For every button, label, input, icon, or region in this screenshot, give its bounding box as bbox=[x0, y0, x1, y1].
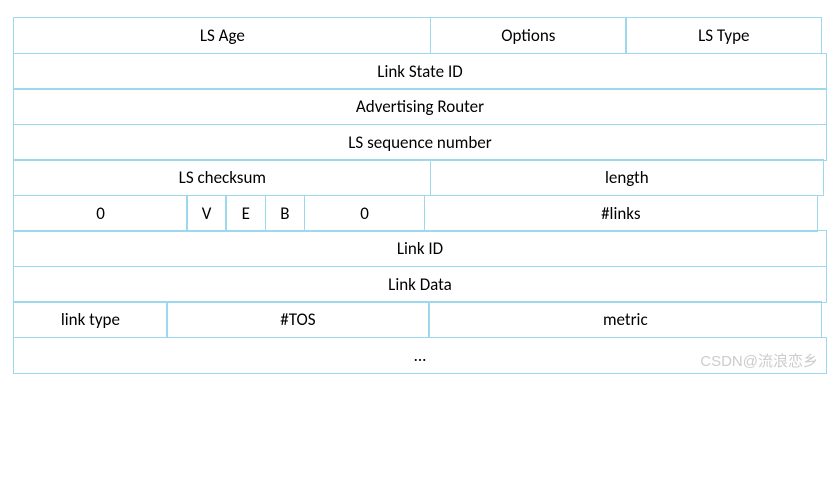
field-link-id: Link ID bbox=[13, 230, 827, 267]
row-link-state-id: Link State ID bbox=[14, 54, 826, 90]
field-zero1: 0 bbox=[13, 195, 188, 232]
row-ellipsis: ... bbox=[14, 338, 826, 374]
field-ls-checksum: LS checksum bbox=[13, 159, 431, 196]
field-link-data: Link Data bbox=[13, 266, 827, 303]
field-ls-sequence: LS sequence number bbox=[13, 124, 827, 161]
field-v-bit: V bbox=[186, 195, 227, 232]
row-flags: 0 V E B 0 #links bbox=[14, 196, 826, 232]
field-link-type: link type bbox=[13, 301, 167, 338]
field-length: length bbox=[430, 159, 824, 196]
row-ls-sequence: LS sequence number bbox=[14, 125, 826, 161]
field-e-bit: E bbox=[225, 195, 266, 232]
field-zero2: 0 bbox=[304, 195, 426, 232]
field-tos: #TOS bbox=[166, 301, 430, 338]
field-options: Options bbox=[430, 17, 627, 54]
row-link-data: Link Data bbox=[14, 267, 826, 303]
field-ellipsis: ... bbox=[13, 337, 827, 374]
row-link-details: link type #TOS metric bbox=[14, 302, 826, 338]
field-metric: metric bbox=[428, 301, 822, 338]
field-b-bit: B bbox=[265, 195, 306, 232]
field-ls-age: LS Age bbox=[13, 17, 431, 54]
row-header: LS Age Options LS Type bbox=[14, 18, 826, 54]
row-link-id: Link ID bbox=[14, 231, 826, 267]
field-num-links: #links bbox=[424, 195, 818, 232]
row-checksum-length: LS checksum length bbox=[14, 160, 826, 196]
field-ls-type: LS Type bbox=[625, 17, 822, 54]
field-advertising-router: Advertising Router bbox=[13, 88, 827, 125]
lsa-packet-diagram: LS Age Options LS Type Link State ID Adv… bbox=[14, 18, 826, 373]
field-link-state-id: Link State ID bbox=[13, 53, 827, 90]
row-advertising-router: Advertising Router bbox=[14, 89, 826, 125]
